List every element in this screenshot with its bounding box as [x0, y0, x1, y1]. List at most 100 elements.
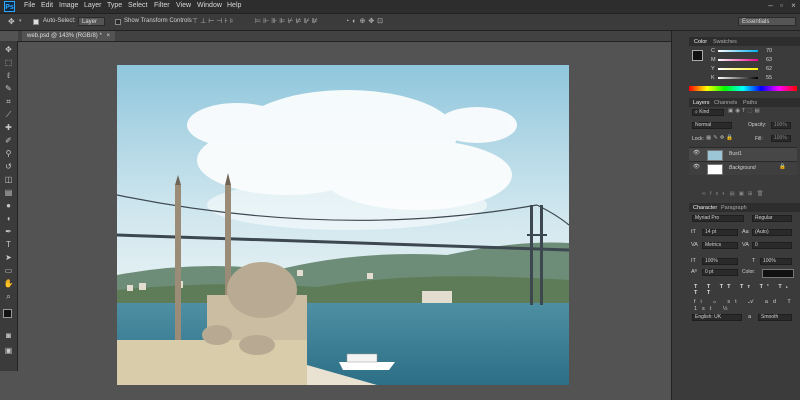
leading-field[interactable]: (Auto)	[752, 229, 792, 236]
antialias-dropdown[interactable]: Smooth	[758, 314, 792, 321]
channel-y-value[interactable]: 62	[766, 66, 772, 72]
language-dropdown[interactable]: English: UK	[692, 314, 742, 321]
healing-brush-icon[interactable]: ✚	[3, 123, 14, 132]
eye-icon[interactable]: 👁	[693, 164, 700, 170]
chevron-down-icon[interactable]: ▾	[19, 18, 22, 24]
fill-field[interactable]: 100%	[771, 135, 791, 142]
quick-select-tool-icon[interactable]: ✎	[3, 84, 14, 93]
auto-select-target-dropdown[interactable]: Layer	[78, 17, 105, 26]
tab-color[interactable]: Color	[694, 39, 707, 45]
menu-window[interactable]: Window	[197, 2, 222, 9]
brush-tool-icon[interactable]: ✐	[3, 136, 14, 145]
blend-mode-dropdown[interactable]: Normal	[692, 122, 732, 129]
workspace-dropdown[interactable]: Essentials	[738, 17, 796, 26]
lock-icons[interactable]: ▦✎✥🔒	[706, 135, 735, 141]
font-family-value: Myriad Pro	[695, 215, 720, 221]
minimize-icon[interactable]: –	[766, 2, 775, 10]
layer-filter-dropdown[interactable]: ⌕ Kind	[692, 109, 724, 116]
screen-mode-icon[interactable]: ▣	[3, 346, 14, 355]
hand-tool-icon[interactable]: ✋	[3, 279, 14, 288]
blur-tool-icon[interactable]: ●	[3, 201, 14, 210]
layer-row[interactable]: 👁 Background 🔒	[689, 161, 797, 175]
vertical-scale-value: 100%	[705, 258, 718, 264]
zoom-tool-icon[interactable]: ⌕	[3, 292, 14, 301]
move-tool-icon[interactable]: ✥	[8, 17, 15, 26]
channel-k-slider[interactable]	[718, 77, 758, 79]
menu-image[interactable]: Image	[59, 2, 78, 9]
menu-type[interactable]: Type	[107, 2, 122, 9]
layer-name[interactable]: Bust1	[729, 151, 742, 157]
3d-mode-icons[interactable]: ◔◐⊕✥⊡	[345, 17, 386, 25]
layer-actions-icons[interactable]: ∞fx◐▤▣⊞🗑	[702, 191, 768, 197]
tab-paragraph[interactable]: Paragraph	[721, 205, 747, 211]
close-icon[interactable]: ×	[789, 2, 798, 10]
lock-icon: 🔒	[779, 164, 786, 170]
menu-layer[interactable]: Layer	[84, 2, 102, 9]
eraser-tool-icon[interactable]: ◫	[3, 175, 14, 184]
history-brush-icon[interactable]: ↺	[3, 162, 14, 171]
font-style-dropdown[interactable]: Regular	[752, 215, 792, 222]
menu-file[interactable]: File	[24, 2, 35, 9]
tab-character[interactable]: Character	[693, 205, 717, 211]
show-transform-label: Show Transform Controls	[124, 18, 192, 24]
layer-name[interactable]: Background	[729, 165, 756, 171]
opentype-buttons[interactable]: fi ℴ st 𝒜 ad T 1st ½	[694, 299, 800, 312]
lasso-tool-icon[interactable]: ℓ	[3, 71, 14, 80]
font-family-dropdown[interactable]: Myriad Pro	[692, 215, 744, 222]
tab-channels[interactable]: Channels	[714, 100, 737, 106]
quick-mask-icon[interactable]: ◙	[3, 331, 14, 340]
eye-icon[interactable]: 👁	[693, 150, 700, 156]
channel-y-slider[interactable]	[718, 68, 758, 70]
restore-icon[interactable]: ▫	[777, 2, 786, 10]
horizontal-scale-field[interactable]: 100%	[760, 258, 792, 265]
menu-select[interactable]: Select	[128, 2, 147, 9]
eyedropper-tool-icon[interactable]: ⟋	[3, 110, 14, 119]
marquee-tool-icon[interactable]: ⬚	[3, 58, 14, 67]
channel-c-slider[interactable]	[718, 50, 758, 52]
document-tab[interactable]: web.psd @ 143% (RGB/8) * ×	[22, 31, 115, 41]
channel-c-value[interactable]: 70	[766, 48, 772, 54]
menu-filter[interactable]: Filter	[154, 2, 170, 9]
dodge-tool-icon[interactable]: ◖	[3, 214, 14, 223]
menu-help[interactable]: Help	[227, 2, 241, 9]
channel-m-slider[interactable]	[718, 59, 758, 61]
text-color-swatch[interactable]	[762, 269, 794, 278]
baseline-shift-field[interactable]: 0 pt	[702, 269, 738, 276]
close-tab-icon[interactable]: ×	[106, 33, 110, 39]
document-canvas[interactable]	[117, 65, 569, 385]
color-spectrum-bar[interactable]	[689, 86, 797, 91]
fill-label: Fill:	[755, 136, 763, 142]
shape-tool-icon[interactable]: ▭	[3, 266, 14, 275]
kerning-field[interactable]: Metrics	[702, 242, 738, 249]
distribute-icons[interactable]: ⊨⊩⊪⊫⊬⊭⊮⊯	[255, 17, 320, 25]
crop-tool-icon[interactable]: ⌗	[3, 97, 14, 106]
vertical-scale-field[interactable]: 100%	[702, 258, 738, 265]
channel-m-value[interactable]: 63	[766, 57, 772, 63]
antialias-value: Smooth	[761, 314, 779, 320]
foreground-color-swatch[interactable]	[3, 309, 12, 318]
tab-layers[interactable]: Layers	[693, 100, 710, 106]
tab-paths[interactable]: Paths	[743, 100, 757, 106]
menu-view[interactable]: View	[176, 2, 191, 9]
opacity-field[interactable]: 100%	[771, 122, 791, 129]
clone-stamp-icon[interactable]: ⚲	[3, 149, 14, 158]
channel-y-label: Y	[711, 66, 715, 72]
text-style-buttons[interactable]: T T TT Tт T¹ T₁ T T	[694, 284, 800, 296]
show-transform-checkbox[interactable]	[115, 19, 121, 26]
channel-m-label: M	[711, 57, 716, 63]
auto-select-checkbox[interactable]	[33, 19, 39, 26]
path-select-icon[interactable]: ➤	[3, 253, 14, 262]
gradient-tool-icon[interactable]: ▤	[3, 188, 14, 197]
tab-swatches[interactable]: Swatches	[713, 39, 737, 45]
menu-edit[interactable]: Edit	[41, 2, 53, 9]
tracking-field[interactable]: 0	[752, 242, 792, 249]
move-tool-icon[interactable]: ✥	[3, 45, 14, 54]
fg-color-chip[interactable]	[692, 50, 703, 61]
layer-filter-icons[interactable]: ▣◉T⬚▤	[728, 108, 762, 114]
pen-tool-icon[interactable]: ✒	[3, 227, 14, 236]
type-tool-icon[interactable]: T	[3, 240, 14, 249]
font-size-field[interactable]: 14 pt	[702, 229, 738, 236]
channel-k-value[interactable]: 55	[766, 75, 772, 81]
layer-row[interactable]: 👁 Bust1	[689, 147, 797, 161]
align-icons[interactable]: ⊤⊥⊢⊣⊦⊧	[192, 17, 236, 25]
